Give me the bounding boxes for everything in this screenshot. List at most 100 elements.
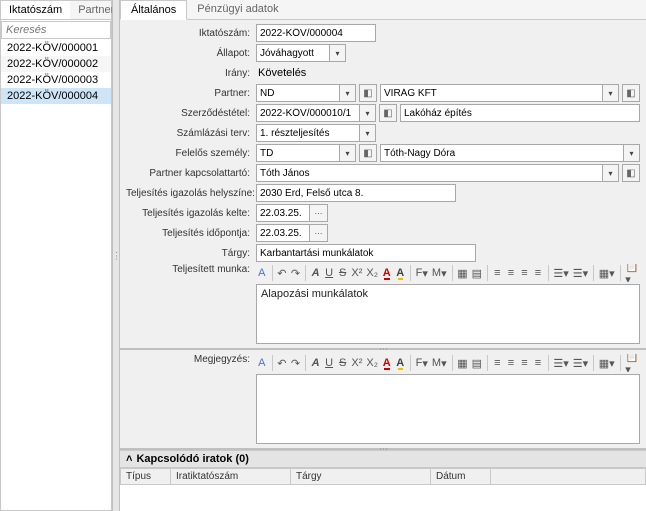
chevron-down-icon[interactable]: ▾ [624, 144, 640, 162]
underline-icon[interactable]: U [323, 354, 335, 372]
size-dropdown[interactable]: M▾ [431, 354, 448, 372]
align-right-icon[interactable]: ≡ [519, 354, 531, 372]
tab-penzugyi[interactable]: Pénzügyi adatok [187, 0, 288, 19]
align-right-icon[interactable]: ≡ [519, 264, 531, 282]
chevron-down-icon[interactable]: ▾ [340, 144, 356, 162]
targy-input[interactable] [256, 244, 476, 262]
number-list-icon[interactable]: ☰▾ [572, 354, 589, 372]
partner-code-input[interactable] [256, 84, 340, 102]
align-justify-icon[interactable]: ≡ [532, 264, 544, 282]
align-left-icon[interactable]: ≡ [492, 354, 504, 372]
highlight-icon[interactable]: A [395, 264, 407, 282]
list-item[interactable]: 2022-KÖV/000002 [1, 56, 111, 72]
undo-icon[interactable]: ↶ [276, 354, 288, 372]
felelos-name-input[interactable] [380, 144, 624, 162]
redo-icon[interactable]: ↷ [290, 264, 302, 282]
horizontal-splitter-1[interactable]: ⋯ [120, 348, 646, 350]
tab-altalanos[interactable]: Általános [120, 0, 187, 20]
table-icon[interactable]: ▤ [471, 264, 483, 282]
label-szamlazasi: Számlázási terv: [126, 128, 256, 139]
partner-name-input[interactable] [380, 84, 603, 102]
szamlazasi-input[interactable] [256, 124, 360, 142]
helyszin-input[interactable] [256, 184, 456, 202]
align-left-icon[interactable]: ≡ [492, 264, 504, 282]
font-dropdown[interactable]: F▾ [415, 264, 429, 282]
felelos-code-input[interactable] [256, 144, 340, 162]
allapot-select[interactable] [256, 44, 330, 62]
table-insert-icon[interactable]: ▦▾ [598, 354, 616, 372]
text-color-icon[interactable]: A [256, 264, 268, 282]
label-helyszin: Teljesítés igazolás helyszíne: [126, 188, 256, 199]
undo-icon[interactable]: ↶ [276, 264, 288, 282]
chevron-down-icon[interactable]: ▾ [330, 44, 346, 62]
col-extra[interactable] [491, 469, 646, 485]
list-item[interactable]: 2022-KÖV/000001 [1, 40, 111, 56]
strike-icon[interactable]: S [337, 354, 349, 372]
bullet-list-icon[interactable]: ☰▾ [552, 354, 569, 372]
search-input[interactable] [1, 21, 111, 39]
szerzodestetel-code-input[interactable] [256, 104, 360, 122]
align-center-icon[interactable]: ≡ [505, 264, 517, 282]
align-justify-icon[interactable]: ≡ [532, 354, 544, 372]
paste-icon[interactable]: 📋▾ [624, 354, 640, 372]
list-item[interactable]: 2022-KÖV/000004 [1, 88, 111, 104]
superscript-icon[interactable]: X² [350, 264, 363, 282]
col-tipus[interactable]: Típus [121, 469, 171, 485]
idopont-input[interactable] [256, 224, 310, 242]
image-icon[interactable]: ▦ [456, 264, 468, 282]
vertical-splitter[interactable]: ⋮ [112, 0, 120, 511]
label-allapot: Állapot: [126, 48, 256, 59]
ellipsis-icon[interactable]: ⋯ [310, 204, 328, 222]
grip-icon: ⋯ [379, 344, 387, 355]
list-item[interactable]: 2022-KÖV/000003 [1, 72, 111, 88]
text-color-icon[interactable]: A [256, 354, 268, 372]
table-icon[interactable]: ▤ [471, 354, 483, 372]
ellipsis-icon[interactable]: ⋯ [310, 224, 328, 242]
italic-icon[interactable]: A [310, 354, 322, 372]
redo-icon[interactable]: ↷ [290, 354, 302, 372]
chevron-down-icon[interactable]: ▾ [340, 84, 356, 102]
chevron-down-icon[interactable]: ▾ [360, 104, 376, 122]
strike-icon[interactable]: S [337, 264, 349, 282]
horizontal-splitter-2[interactable]: ⋯ [120, 448, 646, 450]
lookup-icon[interactable]: ◧ [622, 164, 640, 182]
font-dropdown[interactable]: F▾ [415, 354, 429, 372]
lookup-icon[interactable]: ◧ [379, 104, 397, 122]
col-iratiktatoszam[interactable]: Iratiktatószám [171, 469, 291, 485]
highlight-icon[interactable]: A [395, 354, 407, 372]
related-body [120, 485, 646, 511]
lookup-icon[interactable]: ◧ [622, 84, 640, 102]
editor-toolbar-2: A ↶ ↷ A U S X² X₂ A A F▾ M▾ ▦ ▤ ≡ ≡ [256, 354, 640, 372]
paste-icon[interactable]: 📋▾ [624, 264, 640, 282]
font-color-icon[interactable]: A [381, 354, 393, 372]
col-targy[interactable]: Tárgy [291, 469, 431, 485]
chevron-down-icon[interactable]: ▾ [360, 124, 376, 142]
label-igazolas-kelte: Teljesítés igazolás kelte: [126, 208, 256, 219]
col-datum[interactable]: Dátum [431, 469, 491, 485]
number-list-icon[interactable]: ☰▾ [572, 264, 589, 282]
teljesitett-munka-editor[interactable]: Alapozási munkálatok [256, 284, 640, 344]
table-insert-icon[interactable]: ▦▾ [598, 264, 616, 282]
italic-icon[interactable]: A [310, 264, 322, 282]
megjegyzes-editor[interactable] [256, 374, 640, 444]
chevron-down-icon[interactable]: ▾ [603, 84, 619, 102]
irany-value: Követelés [256, 67, 306, 79]
szerzodestetel-name-input[interactable] [400, 104, 640, 122]
subscript-icon[interactable]: X₂ [365, 264, 379, 282]
lookup-icon[interactable]: ◧ [359, 84, 377, 102]
size-dropdown[interactable]: M▾ [431, 264, 448, 282]
chevron-down-icon[interactable]: ▾ [603, 164, 619, 182]
igazolas-kelte-input[interactable] [256, 204, 310, 222]
superscript-icon[interactable]: X² [350, 354, 363, 372]
label-megjegyzes: Megjegyzés: [126, 354, 256, 365]
lookup-icon[interactable]: ◧ [359, 144, 377, 162]
image-icon[interactable]: ▦ [456, 354, 468, 372]
underline-icon[interactable]: U [323, 264, 335, 282]
iktatoszam-input[interactable] [256, 24, 376, 42]
align-center-icon[interactable]: ≡ [505, 354, 517, 372]
bullet-list-icon[interactable]: ☰▾ [552, 264, 569, 282]
sidebar-tab-iktatoszam[interactable]: Iktatószám [1, 1, 70, 19]
kapcsolattarto-input[interactable] [256, 164, 603, 182]
font-color-icon[interactable]: A [381, 264, 393, 282]
subscript-icon[interactable]: X₂ [365, 354, 379, 372]
